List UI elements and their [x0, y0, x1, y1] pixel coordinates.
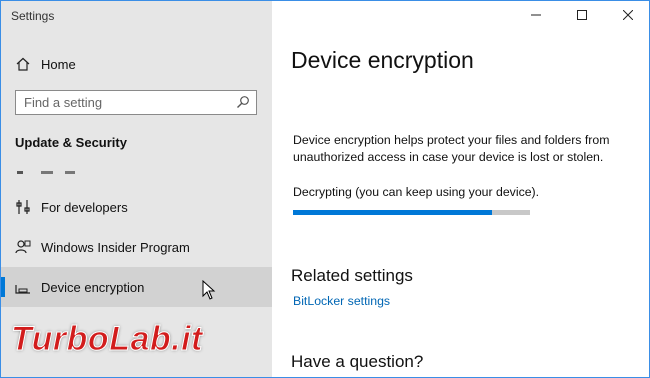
selected-indicator: [1, 277, 5, 297]
page-title: Device encryption: [291, 47, 474, 73]
sidebar-item-for-developers[interactable]: For developers: [1, 196, 272, 218]
home-icon: [15, 56, 31, 72]
sidebar-item-label: For developers: [41, 199, 128, 215]
search-input[interactable]: [16, 91, 224, 114]
related-settings-heading: Related settings: [291, 266, 413, 285]
sidebar-item-windows-insider[interactable]: Windows Insider Program: [1, 236, 272, 258]
app-title: Settings: [11, 9, 55, 23]
window-controls: [513, 1, 649, 31]
sidebar: Settings Home Update & Security: [1, 1, 272, 377]
settings-window: Settings Home Update & Security: [0, 0, 650, 378]
section-title: Update & Security: [15, 135, 127, 150]
minimize-icon: [531, 7, 541, 25]
close-icon: [622, 7, 634, 25]
description-text: Device encryption helps protect your fil…: [293, 133, 610, 164]
have-a-question-heading: Have a question?: [291, 352, 424, 371]
progress-fill: [293, 210, 493, 215]
mouse-cursor-icon: [202, 280, 216, 300]
developer-tools-icon: [15, 199, 31, 215]
sidebar-item-device-encryption[interactable]: Device encryption: [1, 267, 272, 307]
scrolled-item-peek: [15, 166, 85, 174]
sidebar-item-label: Windows Insider Program: [41, 239, 190, 255]
decryption-progress-bar: [293, 210, 530, 215]
device-encryption-icon: [15, 279, 31, 295]
content-pane: Device encryption Device encryption help…: [272, 1, 649, 377]
close-button[interactable]: [605, 1, 649, 31]
sidebar-item-label: Home: [41, 56, 76, 72]
watermark-logo: TurboLab.it: [11, 319, 203, 358]
status-text: Decrypting (you can keep using your devi…: [293, 185, 540, 199]
search-icon[interactable]: [236, 95, 250, 114]
minimize-button[interactable]: [513, 1, 559, 31]
bitlocker-settings-link[interactable]: BitLocker settings: [293, 294, 390, 308]
sidebar-item-label: Device encryption: [41, 279, 145, 295]
maximize-icon: [577, 7, 587, 25]
insider-icon: [15, 239, 31, 255]
search-field[interactable]: [15, 90, 257, 115]
sidebar-item-home[interactable]: Home: [1, 53, 272, 75]
maximize-button[interactable]: [559, 1, 605, 31]
